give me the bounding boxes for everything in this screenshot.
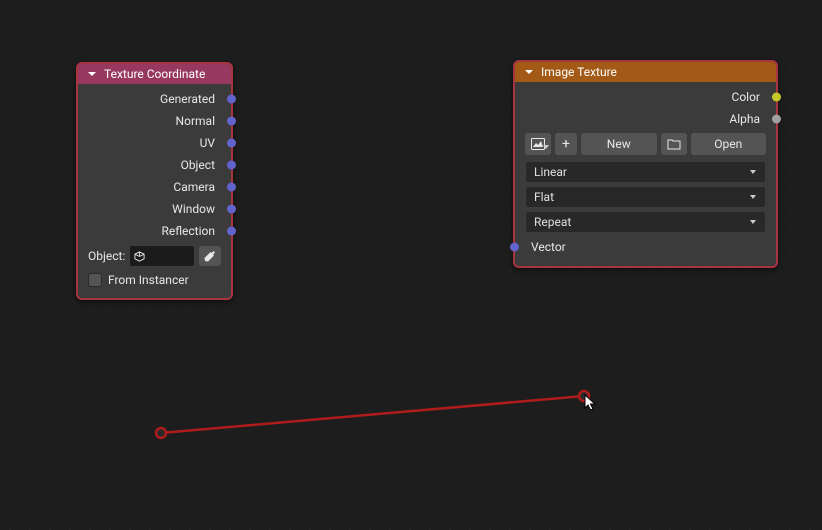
socket-output-factor[interactable]	[772, 115, 781, 124]
open-image-folder-button[interactable]	[661, 133, 687, 155]
input-socket-row[interactable]: Vector	[515, 236, 776, 258]
checkbox-label: From Instancer	[108, 273, 189, 287]
mouse-cursor-icon	[584, 394, 600, 414]
node-header-image-texture[interactable]: Image Texture	[515, 62, 776, 82]
output-socket-row[interactable]: Camera	[78, 176, 231, 198]
node-title: Texture Coordinate	[104, 67, 205, 81]
checkbox-row[interactable]: From Instancer	[78, 270, 231, 290]
output-socket-row[interactable]: Alpha	[515, 108, 776, 130]
chevron-down-icon	[749, 190, 757, 204]
node-body-image-texture: Color Alpha + New Open Linear Flat	[515, 82, 776, 266]
object-data-icon	[130, 251, 148, 262]
chevron-down-icon[interactable]	[86, 68, 98, 80]
socket-output-vector[interactable]	[227, 139, 236, 148]
output-socket-row[interactable]: Reflection	[78, 220, 231, 242]
socket-output-vector[interactable]	[227, 205, 236, 214]
socket-output-color[interactable]	[772, 93, 781, 102]
node-texture-coordinate[interactable]: Texture Coordinate Generated Normal UV O…	[76, 62, 233, 300]
output-socket-row[interactable]: Window	[78, 198, 231, 220]
node-title: Image Texture	[541, 65, 617, 79]
open-image-button[interactable]: Open	[691, 133, 767, 155]
socket-output-vector[interactable]	[227, 161, 236, 170]
output-socket-row[interactable]: Generated	[78, 88, 231, 110]
node-editor-viewport[interactable]: Texture Coordinate Generated Normal UV O…	[0, 0, 822, 530]
socket-output-vector[interactable]	[227, 227, 236, 236]
projection-dropdown[interactable]: Flat	[525, 186, 766, 208]
socket-output-vector[interactable]	[227, 95, 236, 104]
eyedropper-button[interactable]	[199, 246, 221, 266]
socket-input-vector[interactable]	[510, 243, 519, 252]
plus-icon: +	[562, 136, 570, 152]
output-socket-row[interactable]: UV	[78, 132, 231, 154]
object-field[interactable]	[129, 245, 195, 267]
object-field-label: Object:	[88, 249, 125, 263]
socket-output-vector[interactable]	[227, 117, 236, 126]
from-instancer-checkbox[interactable]	[88, 273, 102, 287]
output-socket-row[interactable]: Normal	[78, 110, 231, 132]
output-socket-row[interactable]: Color	[515, 86, 776, 108]
interpolation-dropdown[interactable]: Linear	[525, 161, 766, 183]
node-body-texture-coordinate: Generated Normal UV Object Camera Window…	[78, 84, 231, 298]
node-image-texture[interactable]: Image Texture Color Alpha + New Open Lin…	[513, 60, 778, 268]
socket-output-vector[interactable]	[227, 183, 236, 192]
new-image-plus-button[interactable]: +	[555, 133, 577, 155]
node-header-texture-coordinate[interactable]: Texture Coordinate	[78, 64, 231, 84]
image-browse-button[interactable]	[525, 133, 551, 155]
output-socket-row[interactable]: Object	[78, 154, 231, 176]
new-image-button[interactable]: New	[581, 133, 657, 155]
chevron-down-icon[interactable]	[523, 66, 535, 78]
image-datablock-toolbar: + New Open	[515, 130, 776, 158]
extension-dropdown[interactable]: Repeat	[525, 211, 766, 233]
chevron-down-icon	[749, 165, 757, 179]
chevron-down-icon	[749, 215, 757, 229]
object-field-row: Object:	[78, 242, 231, 270]
